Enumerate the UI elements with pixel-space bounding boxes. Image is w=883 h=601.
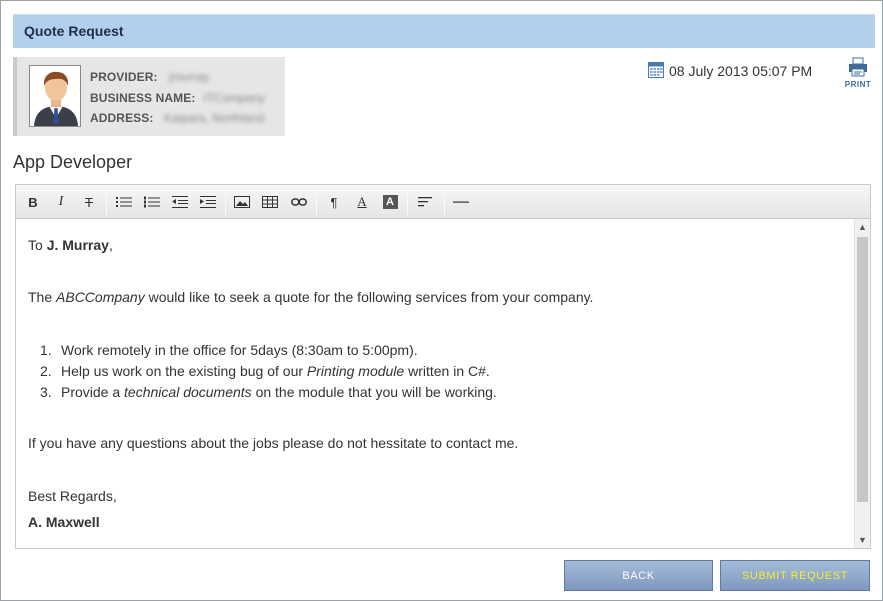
signature: A. Maxwell xyxy=(28,514,100,530)
indent-icon[interactable] xyxy=(197,192,219,212)
list-item: 3. Provide a technical documents on the m… xyxy=(40,384,497,400)
date-text: 08 July 2013 05:07 PM xyxy=(669,63,813,79)
window-title: Quote Request xyxy=(24,23,124,39)
scrollbar-thumb[interactable] xyxy=(857,237,868,502)
print-label: PRINT xyxy=(844,80,872,89)
title-bar: Quote Request xyxy=(13,14,875,48)
font-color-icon[interactable]: A xyxy=(351,192,373,212)
print-button[interactable]: PRINT xyxy=(841,57,875,89)
editor-scrollbar[interactable]: ▲ ▼ xyxy=(854,219,870,548)
request-date: 08 July 2013 05:07 PM xyxy=(648,62,812,80)
strikethrough-icon[interactable]: T xyxy=(78,192,100,212)
list-item: 1. Work remotely in the office for 5days … xyxy=(40,342,418,358)
company-name: ABCCompany xyxy=(56,289,145,305)
align-icon[interactable] xyxy=(415,192,437,212)
intro-line: The ABCCompany would like to seek a quot… xyxy=(28,289,594,305)
provider-label: PROVIDER: xyxy=(90,70,158,84)
link-icon[interactable] xyxy=(288,192,310,212)
provider-value: jmurray xyxy=(169,70,210,84)
outdent-icon[interactable] xyxy=(169,192,191,212)
list-item: 2. Help us work on the existing bug of ou… xyxy=(40,363,490,379)
subject-title: App Developer xyxy=(13,152,133,172)
back-button[interactable]: BACK xyxy=(564,560,713,591)
rich-text-editor[interactable]: B I T ¶ A A To J. Murray, The ABCCompany… xyxy=(15,184,871,549)
printer-icon xyxy=(847,57,869,80)
bold-icon[interactable]: B xyxy=(22,192,44,212)
business-name-value: ITCompany xyxy=(203,91,266,105)
avatar xyxy=(29,65,81,127)
provider-card: PROVIDER: jmurray BUSINESS NAME: ITCompa… xyxy=(13,57,285,136)
scroll-up-icon[interactable]: ▲ xyxy=(858,222,867,232)
regards-line: Best Regards, xyxy=(28,488,117,504)
table-icon[interactable] xyxy=(259,192,281,212)
address-label: ADDRESS: xyxy=(90,111,154,125)
ordered-list-icon[interactable] xyxy=(141,192,163,212)
calendar-icon xyxy=(648,61,664,81)
image-icon[interactable] xyxy=(231,192,253,212)
recipient-name: J. Murray xyxy=(46,237,109,253)
business-name-label: BUSINESS NAME: xyxy=(90,91,196,105)
greeting-line: To J. Murray, xyxy=(28,237,113,253)
unordered-list-icon[interactable] xyxy=(113,192,135,212)
quote-request-window: Quote Request PROVIDER: jmurray BUSINESS… xyxy=(0,0,883,601)
address-value: Kaipara, Northland xyxy=(164,111,265,125)
paragraph-icon[interactable]: ¶ xyxy=(323,192,345,212)
italic-icon[interactable]: I xyxy=(50,192,72,212)
closing-line: If you have any questions about the jobs… xyxy=(28,435,519,451)
horizontal-rule-icon[interactable] xyxy=(450,192,472,212)
scroll-down-icon[interactable]: ▼ xyxy=(858,535,867,545)
editor-content[interactable]: To J. Murray, The ABCCompany would like … xyxy=(16,219,854,548)
editor-toolbar: B I T ¶ A A xyxy=(16,185,870,219)
submit-request-button[interactable]: SUBMIT REQUEST xyxy=(720,560,870,591)
background-color-icon[interactable]: A xyxy=(379,192,401,212)
